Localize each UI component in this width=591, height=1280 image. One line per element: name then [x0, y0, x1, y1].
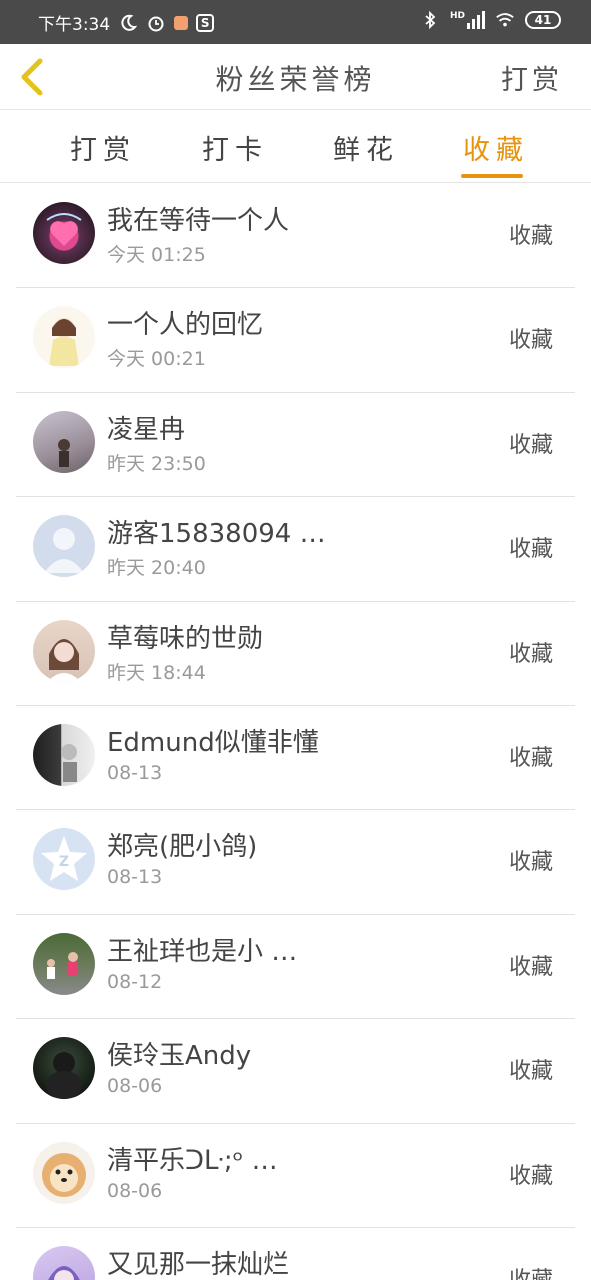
- fan-action: 收藏: [508, 1163, 553, 1189]
- list-item[interactable]: 王祉珜也是小 … 08-12 收藏: [16, 915, 575, 1020]
- anime-girl-icon: [49, 318, 79, 367]
- fan-name: 侯玲玉Andy: [107, 1041, 252, 1072]
- alarm-icon: [146, 13, 166, 33]
- list-item[interactable]: 凌星冉 昨天 23:50 收藏: [16, 393, 575, 498]
- fan-action: 收藏: [508, 641, 553, 667]
- dog-icon: [42, 1152, 86, 1197]
- fan-name: 一个人的回忆: [107, 310, 264, 341]
- list-item[interactable]: 侯玲玉Andy 08-06 收藏: [16, 1019, 575, 1124]
- battery-icon: 41: [525, 11, 561, 29]
- tab-flowers[interactable]: 鲜花: [333, 128, 399, 180]
- avatar: [33, 202, 95, 264]
- list-item[interactable]: 草莓味的世勋 昨天 18:44 收藏: [16, 602, 575, 706]
- list-item[interactable]: 又见那一抹灿烂 收藏: [16, 1228, 575, 1280]
- avatar: [33, 1245, 95, 1280]
- fan-action: 收藏: [508, 745, 553, 771]
- active-tab-indicator: [461, 174, 523, 178]
- fan-time: 08-12: [107, 970, 163, 993]
- avatar: [33, 723, 95, 786]
- fan-time: 昨天 23:50: [107, 452, 206, 475]
- list-item[interactable]: Z 郑亮(肥小鸽) 08-13 收藏: [16, 810, 575, 915]
- bluetooth-icon: [420, 10, 440, 30]
- app-notification-icon: [174, 15, 189, 30]
- fan-time: 08-06: [107, 1075, 163, 1098]
- list-item[interactable]: 一个人的回忆 今天 00:21 收藏: [16, 288, 575, 393]
- status-right: HD 41: [420, 10, 561, 30]
- fan-name: 游客15838094 …: [107, 519, 326, 550]
- fan-action: 收藏: [508, 850, 553, 876]
- fan-time: 08-13: [107, 866, 163, 889]
- avatar: [33, 410, 95, 473]
- fan-time: 08-06: [107, 1179, 163, 1202]
- fan-action: 收藏: [508, 954, 553, 980]
- reward-button[interactable]: 打赏: [501, 58, 563, 97]
- fan-action: 收藏: [508, 224, 553, 249]
- avatar: [33, 932, 95, 995]
- fan-name: 草莓味的世勋: [107, 623, 264, 654]
- fan-name: Edmund似懂非懂: [107, 727, 319, 758]
- list-item[interactable]: 我在等待一个人 今天 01:25 收藏: [16, 184, 575, 289]
- list-item[interactable]: Edmund似懂非懂 08-13 收藏: [16, 706, 575, 811]
- avatar: [33, 619, 95, 682]
- tab-bar: 打赏 打卡 鲜花 收藏: [0, 110, 591, 183]
- person-photo: [47, 638, 81, 682]
- status-bar: 下午3:34 S HD 41: [0, 0, 591, 44]
- wifi-icon: [495, 10, 515, 30]
- moon-icon: [118, 13, 138, 33]
- fan-time: 昨天 18:44: [107, 661, 206, 684]
- network-type: HD: [449, 11, 465, 21]
- person-photo: [47, 951, 78, 979]
- anime-icon: [48, 1266, 80, 1280]
- person-photo: [58, 438, 70, 467]
- s-app-icon: S: [196, 13, 215, 32]
- fan-action: 收藏: [509, 1262, 553, 1280]
- list-item[interactable]: 游客15838094 … 昨天 20:40 收藏: [16, 497, 575, 602]
- fan-name: 王祉珜也是小 …: [107, 936, 298, 967]
- tab-checkin[interactable]: 打卡: [202, 128, 268, 180]
- signal-icon: HD: [450, 11, 485, 29]
- qzone-icon: Z: [41, 836, 87, 882]
- fan-action: 收藏: [508, 1059, 553, 1085]
- avatar: [33, 1141, 95, 1204]
- app-header: 粉丝荣誉榜 打赏: [0, 44, 591, 110]
- avatar: [33, 306, 95, 369]
- default-user-icon: [44, 528, 84, 574]
- fan-time: 今天 00:21: [107, 348, 206, 371]
- fan-time: 昨天 20:40: [107, 557, 206, 580]
- avatar: [33, 1037, 95, 1100]
- fan-name: 郑亮(肥小鸽): [107, 832, 258, 863]
- person-photo: [61, 743, 77, 782]
- tab-favorites[interactable]: 收藏: [463, 128, 529, 180]
- status-left: 下午3:34 S: [38, 10, 215, 35]
- fan-name: 清平乐ᑐᒷ;ᵒ …: [107, 1145, 278, 1176]
- avatar: Z: [33, 828, 95, 891]
- avatar: [33, 515, 95, 578]
- fan-name: 又见那一抹灿烂: [107, 1249, 290, 1280]
- tab-reward[interactable]: 打赏: [70, 128, 136, 180]
- svg-text:Z: Z: [59, 854, 69, 870]
- fan-action: 收藏: [508, 537, 553, 563]
- fan-time: 08-13: [107, 761, 163, 784]
- heart-icon: [46, 213, 82, 246]
- fan-name: 我在等待一个人: [107, 206, 290, 236]
- fan-name: 凌星冉: [107, 414, 186, 445]
- list-item[interactable]: 清平乐ᑐᒷ;ᵒ … 08-06 收藏: [16, 1124, 575, 1228]
- gorilla-photo: [46, 1052, 82, 1100]
- fan-time: 今天 01:25: [107, 244, 206, 266]
- fan-action: 收藏: [508, 432, 553, 458]
- fan-action: 收藏: [508, 328, 553, 354]
- status-time: 下午3:34: [38, 15, 111, 35]
- fan-list: 我在等待一个人 今天 01:25 收藏 一个人的回忆 今天 00:21 收藏 凌…: [16, 184, 575, 1280]
